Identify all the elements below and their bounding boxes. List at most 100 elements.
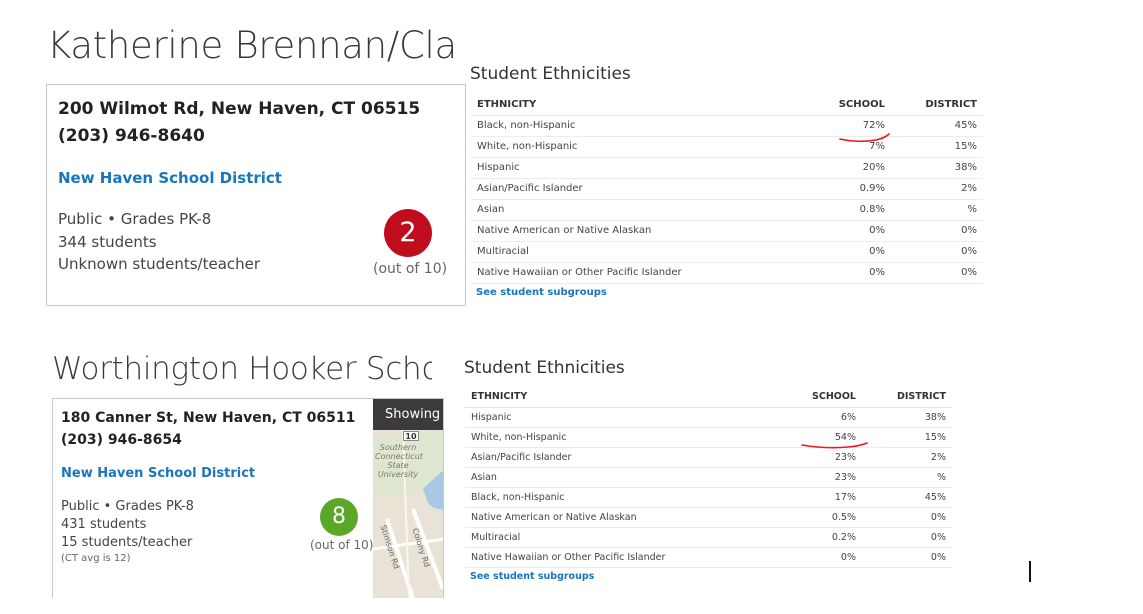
district-percent: 38% — [891, 157, 983, 179]
district-percent: 0% — [862, 527, 952, 548]
table-row: Hispanic 6% 38% — [465, 407, 952, 428]
school-address: 200 Wilmot Rd, New Haven, CT 06515 — [58, 99, 421, 119]
school-percent: 0% — [771, 220, 891, 242]
ethnicity-name: White, non-Hispanic — [465, 427, 755, 448]
district-percent: 2% — [891, 178, 983, 200]
school-percent: 0.8% — [771, 199, 891, 221]
district-link[interactable]: New Haven School District — [58, 169, 282, 187]
ethnicity-name: Native American or Native Alaskan — [465, 507, 755, 528]
column-header-district: DISTRICT — [891, 95, 983, 116]
school-card: 200 Wilmot Rd, New Haven, CT 06515 (203)… — [46, 84, 466, 306]
school-type-grades: Public • Grades PK-8 — [61, 499, 194, 514]
rating-out-of: (out of 10) — [373, 261, 448, 277]
map[interactable]: Showing sc 10 SouthernConnecticutStateUn… — [373, 399, 443, 598]
route-shield: 10 — [403, 431, 419, 441]
table-row: Native Hawaiian or Other Pacific Islande… — [465, 547, 952, 568]
ethnicity-name: Asian/Pacific Islander — [465, 447, 755, 468]
ethnicity-name: Black, non-Hispanic — [471, 115, 771, 137]
school-type-grades: Public • Grades PK-8 — [58, 210, 212, 228]
school-address: 180 Canner St, New Haven, CT 06511 — [61, 410, 356, 426]
text-cursor — [1029, 561, 1031, 582]
table-row: Asian/Pacific Islander 23% 2% — [465, 447, 952, 468]
ethnicities-title: Student Ethnicities — [470, 64, 631, 84]
district-percent: 38% — [862, 407, 952, 428]
school-percent: 23% — [755, 467, 862, 488]
district-percent: 15% — [862, 427, 952, 448]
school-percent: 0.5% — [755, 507, 862, 528]
ethnicities-title: Student Ethnicities — [464, 358, 625, 378]
school-title: Worthington Hooker School — [52, 351, 432, 387]
district-percent: 0% — [891, 220, 983, 242]
school-title: Katherine Brennan/Clarer — [47, 24, 453, 67]
red-underline-annotation — [801, 442, 868, 449]
school-percent: 17% — [755, 487, 862, 508]
column-header-school: SCHOOL — [771, 95, 891, 116]
district-percent: 45% — [862, 487, 952, 508]
school-phone: (203) 946-8654 — [61, 432, 182, 448]
column-header-school: SCHOOL — [755, 387, 862, 408]
table-row: Native American or Native Alaskan 0.5% 0… — [465, 507, 952, 528]
school-percent: 6% — [755, 407, 862, 428]
school-card: 180 Canner St, New Haven, CT 06511 (203)… — [52, 398, 444, 598]
ethnicity-name: White, non-Hispanic — [471, 136, 771, 158]
map-place-label: Southern Connecticut State University — [375, 443, 423, 479]
school-percent: 0% — [755, 547, 862, 568]
district-percent: 0% — [862, 507, 952, 528]
ethnicity-name: Hispanic — [465, 407, 755, 428]
ethnicity-name: Asian — [465, 467, 755, 488]
column-header-ethnicity: ETHNICITY — [465, 387, 755, 408]
student-count: 431 students — [61, 517, 147, 532]
school-percent: 20% — [771, 157, 891, 179]
ethnicity-table: ETHNICITY SCHOOL DISTRICT Hispanic 6% 38… — [465, 387, 952, 568]
ethnicity-name: Asian/Pacific Islander — [471, 178, 771, 200]
table-row: Black, non-Hispanic 72% 45% — [471, 115, 983, 137]
table-row: Asian 23% % — [465, 467, 952, 488]
student-teacher-ratio: Unknown students/teacher — [58, 255, 261, 273]
table-row: White, non-Hispanic 7% 15% — [471, 136, 983, 158]
school-percent: 0.9% — [771, 178, 891, 200]
column-header-ethnicity: ETHNICITY — [471, 95, 771, 116]
table-row: Hispanic 20% 38% — [471, 157, 983, 179]
see-subgroups-link[interactable]: See student subgroups — [476, 287, 607, 298]
ethnicity-table: ETHNICITY SCHOOL DISTRICT Black, non-His… — [471, 95, 983, 284]
table-row: Native American or Native Alaskan 0% 0% — [471, 220, 983, 242]
rating-badge: 8 — [320, 498, 358, 536]
red-underline-annotation — [839, 133, 890, 143]
student-count: 344 students — [58, 233, 157, 251]
rating-out-of: (out of 10) — [310, 538, 374, 552]
table-row: Multiracial 0% 0% — [471, 241, 983, 263]
map-banner: Showing sc — [373, 399, 443, 430]
school-phone: (203) 946-8640 — [58, 126, 205, 146]
ethnicity-name: Multiracial — [465, 527, 755, 548]
ethnicity-name: Multiracial — [471, 241, 771, 263]
table-row: Black, non-Hispanic 17% 45% — [465, 487, 952, 508]
table-row: Native Hawaiian or Other Pacific Islande… — [471, 262, 983, 284]
school-percent: 0.2% — [755, 527, 862, 548]
district-percent: 0% — [891, 262, 983, 284]
student-teacher-ratio: 15 students/teacher — [61, 535, 193, 550]
table-row: White, non-Hispanic 54% 15% — [465, 427, 952, 448]
ethnicity-name: Native Hawaiian or Other Pacific Islande… — [465, 547, 755, 568]
column-header-district: DISTRICT — [862, 387, 952, 408]
ethnicity-name: Black, non-Hispanic — [465, 487, 755, 508]
ethnicity-name: Asian — [471, 199, 771, 221]
ethnicity-name: Native Hawaiian or Other Pacific Islande… — [471, 262, 771, 284]
ethnicity-name: Native American or Native Alaskan — [471, 220, 771, 242]
state-average-note: (CT avg is 12) — [61, 553, 131, 564]
ethnicity-name: Hispanic — [471, 157, 771, 179]
district-percent: 0% — [862, 547, 952, 568]
district-percent: % — [891, 199, 983, 221]
district-percent: 2% — [862, 447, 952, 468]
table-row: Asian/Pacific Islander 0.9% 2% — [471, 178, 983, 200]
see-subgroups-link[interactable]: See student subgroups — [470, 571, 594, 582]
district-percent: % — [862, 467, 952, 488]
school-percent: 0% — [771, 241, 891, 263]
rating-badge: 2 — [384, 209, 432, 257]
district-percent: 0% — [891, 241, 983, 263]
school-percent: 0% — [771, 262, 891, 284]
district-percent: 15% — [891, 136, 983, 158]
table-row: Multiracial 0.2% 0% — [465, 527, 952, 548]
table-row: Asian 0.8% % — [471, 199, 983, 221]
district-link[interactable]: New Haven School District — [61, 466, 255, 481]
district-percent: 45% — [891, 115, 983, 137]
